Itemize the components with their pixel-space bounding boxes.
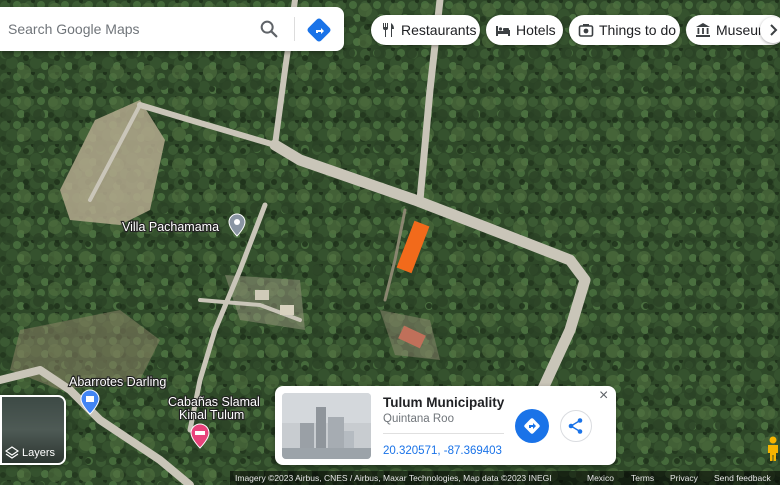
cabanas-slamal-label-line2: Kinal Tulum — [179, 408, 244, 422]
museum-icon — [696, 23, 710, 37]
attribution-text: Imagery ©2023 Airbus, CNES / Airbus, Max… — [235, 473, 552, 483]
place-title: Tulum Municipality — [383, 395, 505, 410]
chip-restaurants[interactable]: Restaurants — [371, 15, 480, 45]
search-box — [0, 7, 344, 51]
layers-label: Layers — [22, 447, 56, 459]
terms-link[interactable]: Terms — [631, 473, 654, 483]
region-link[interactable]: Mexico — [587, 473, 614, 483]
share-icon — [568, 418, 583, 434]
privacy-link[interactable]: Privacy — [670, 473, 698, 483]
search-divider — [294, 17, 295, 41]
abarrotes-darling-label: Abarrotes Darling — [69, 375, 166, 389]
send-feedback-link[interactable]: Send feedback — [714, 473, 771, 483]
layers-icon — [5, 446, 19, 459]
directions-icon[interactable] — [306, 17, 332, 43]
card-divider — [383, 433, 504, 434]
chevron-right-icon — [770, 24, 778, 36]
chip-label: Restaurants — [401, 22, 477, 38]
place-coordinates[interactable]: 20.320571, -87.369403 — [383, 445, 502, 457]
camera-icon — [578, 24, 594, 37]
chip-label: Hotels — [516, 22, 556, 38]
map-footer: Imagery ©2023 Airbus, CNES / Airbus, Max… — [230, 471, 780, 485]
directions-button[interactable] — [515, 409, 549, 443]
villa-pachamama-label: Villa Pachamama — [122, 220, 219, 234]
fork-knife-icon — [383, 23, 394, 37]
search-icon[interactable] — [258, 18, 280, 40]
chip-hotels[interactable]: Hotels — [486, 15, 563, 45]
chip-things-to-do[interactable]: Things to do — [569, 15, 680, 45]
place-subtitle: Quintana Roo — [383, 413, 454, 425]
more-categories-button[interactable] — [760, 17, 780, 43]
place-card: Tulum Municipality Quintana Roo 20.32057… — [275, 386, 616, 465]
place-thumbnail[interactable] — [282, 393, 371, 459]
cabanas-slamal-label-line1: Cabañas Slamal — [168, 395, 260, 409]
layers-button[interactable]: Layers — [0, 395, 66, 465]
chip-label: Things to do — [599, 22, 677, 38]
pegman-icon[interactable] — [766, 436, 780, 462]
bed-icon — [496, 26, 510, 36]
directions-icon — [524, 418, 540, 434]
share-button[interactable] — [560, 410, 592, 442]
close-button[interactable]: × — [599, 388, 608, 404]
search-input[interactable] — [6, 20, 250, 38]
